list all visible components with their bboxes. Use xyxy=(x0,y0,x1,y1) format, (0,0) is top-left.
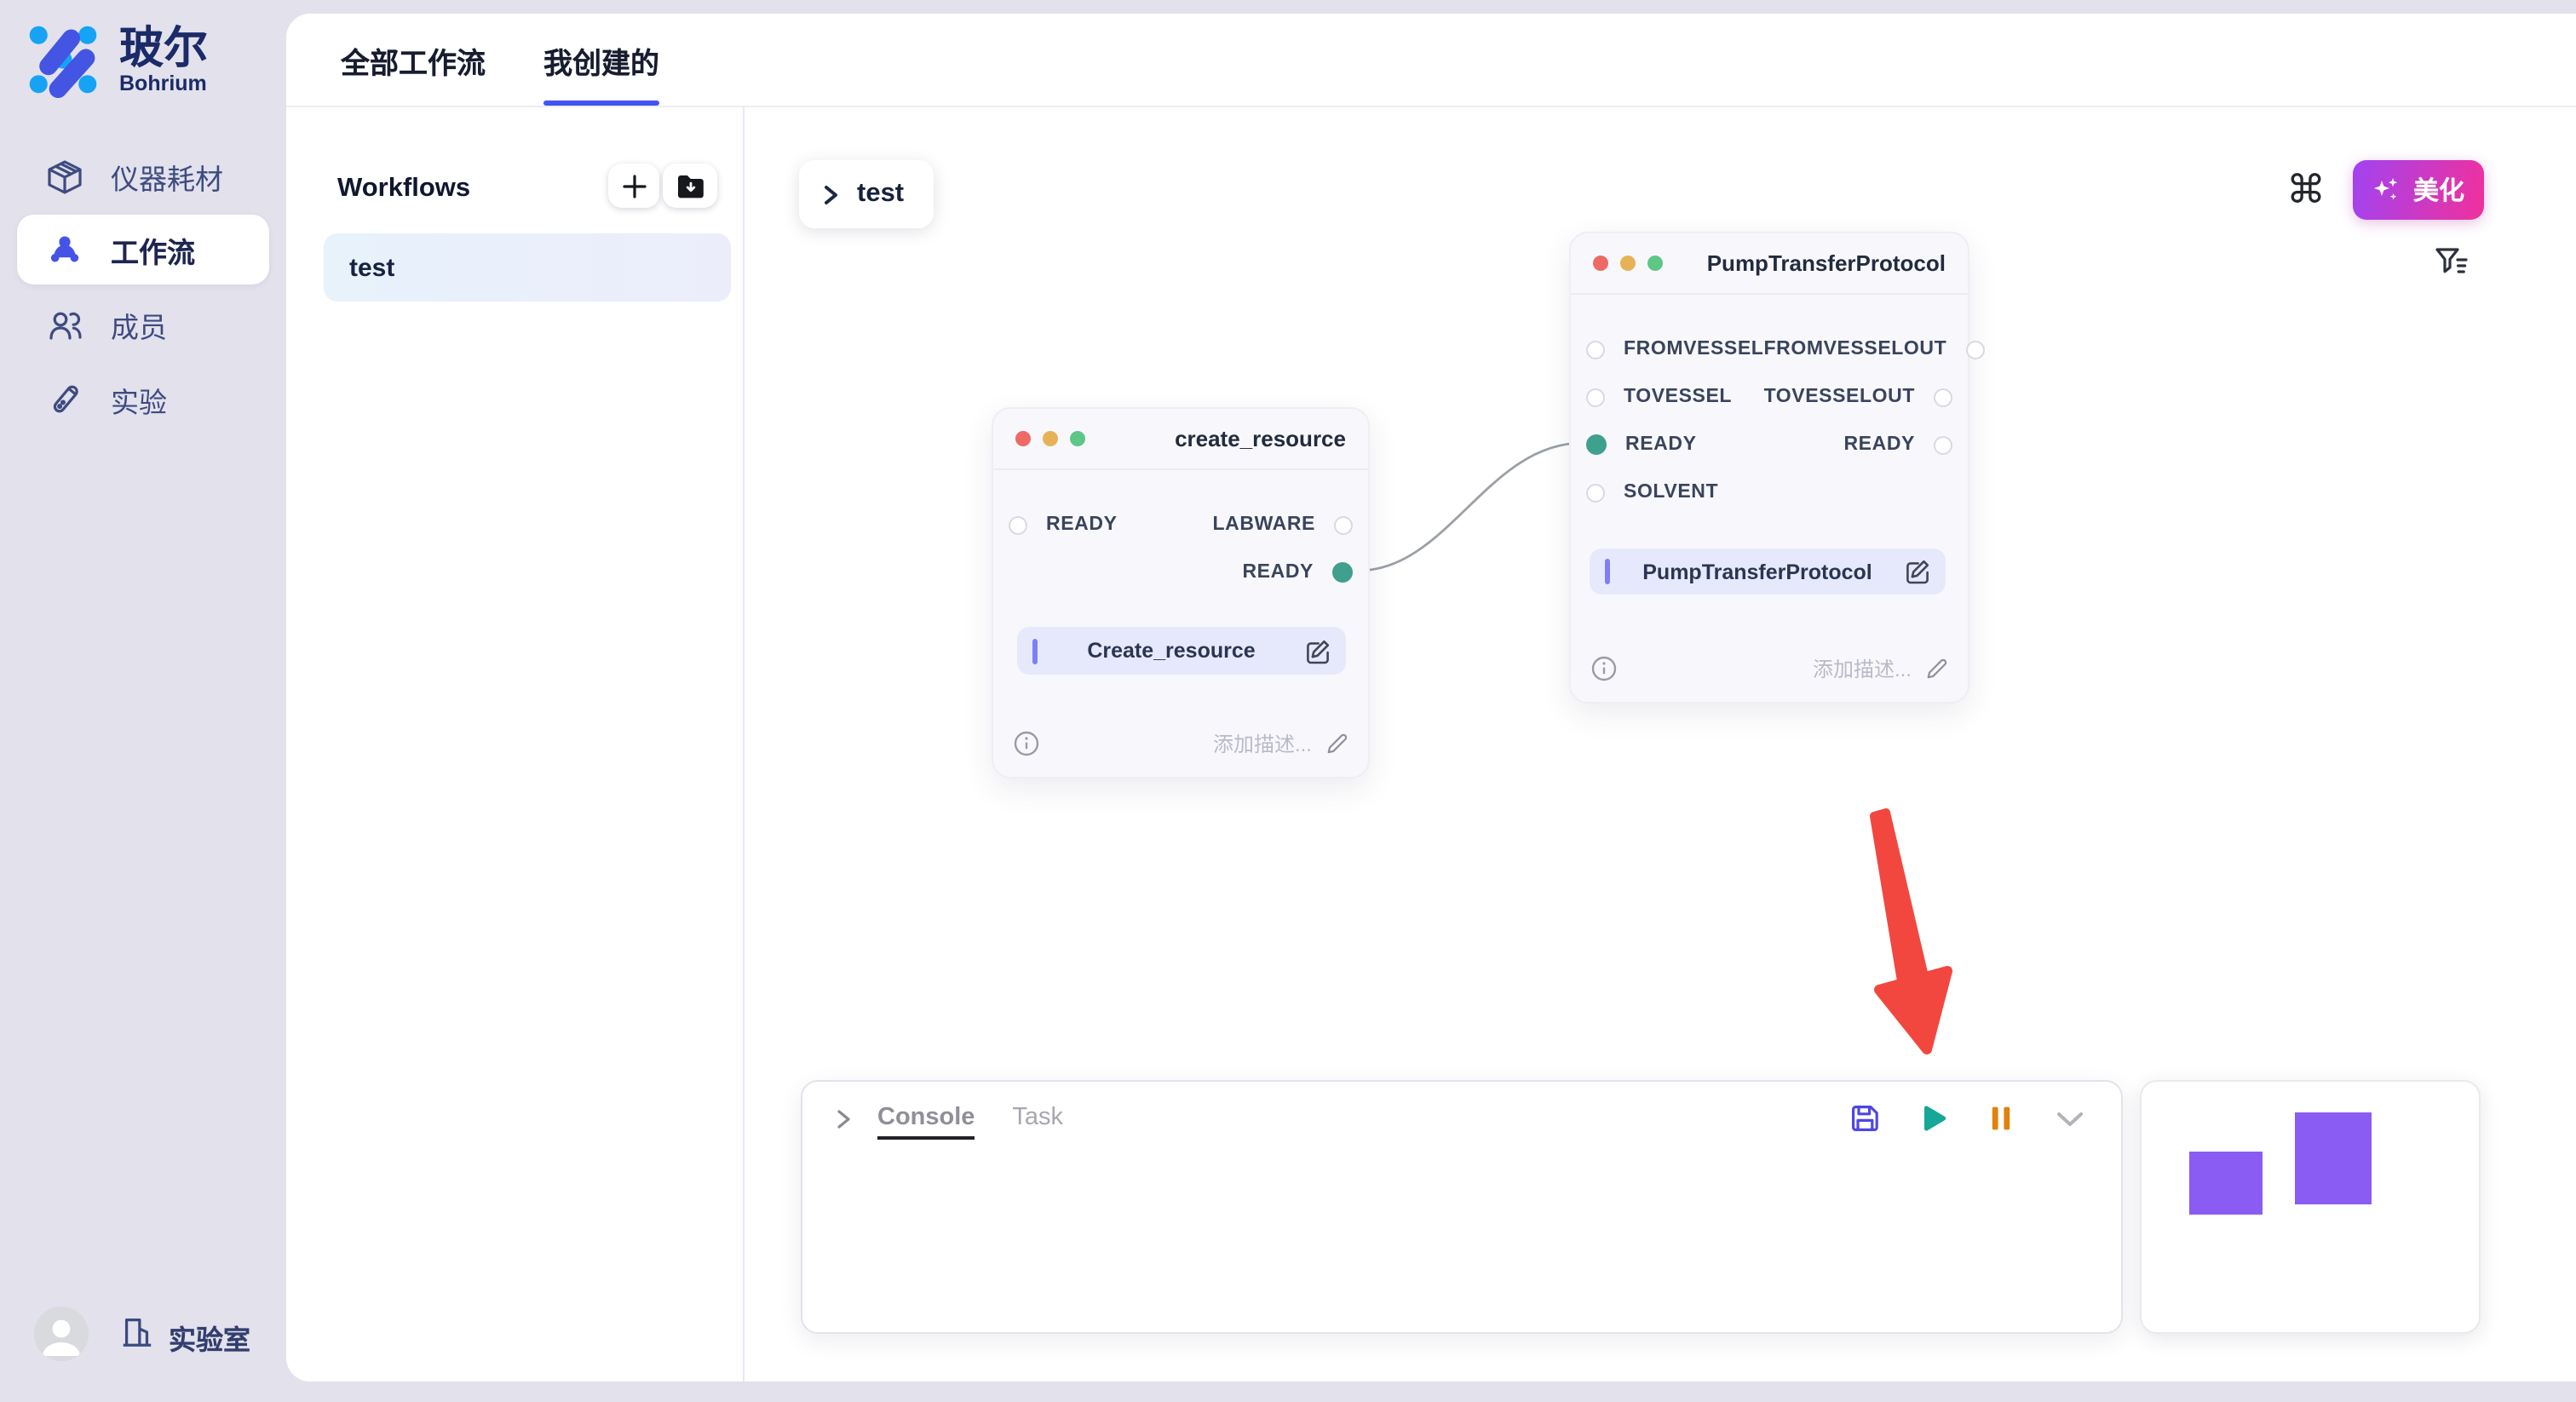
port-row: TOVESSEL TOVESSELOUT xyxy=(1571,376,1968,417)
output-port-tovesselout[interactable] xyxy=(1934,388,1952,406)
building-icon xyxy=(119,1313,155,1349)
sparkles-icon xyxy=(2372,175,2401,204)
bohrium-logo-icon xyxy=(24,20,102,99)
node-action-button[interactable]: Create_resource xyxy=(1017,627,1346,675)
breadcrumb-label: test xyxy=(857,179,904,210)
task-tab[interactable]: Task xyxy=(1012,1104,1063,1140)
node-footer: 添加描述... xyxy=(1014,727,1348,758)
node-title: PumpTransferProtocol xyxy=(1707,250,1946,276)
info-icon[interactable] xyxy=(1591,655,1617,681)
save-icon[interactable] xyxy=(1849,1102,1881,1135)
console-tab-underline xyxy=(877,1136,975,1140)
avatar[interactable] xyxy=(34,1307,89,1361)
members-icon xyxy=(46,306,83,343)
edit-icon[interactable] xyxy=(1905,559,1930,584)
output-port-labware[interactable] xyxy=(1334,515,1353,534)
experiment-icon xyxy=(46,381,83,418)
input-port-fromvessel[interactable] xyxy=(1586,340,1605,359)
breadcrumb[interactable]: test xyxy=(799,160,934,228)
traffic-dots-icon xyxy=(1015,431,1085,446)
port-row: FROMVESSEL FROMVESSELOUT xyxy=(1571,329,1968,370)
box-icon xyxy=(46,158,83,195)
console-panel: Console Task xyxy=(801,1080,2123,1334)
filter-icon[interactable] xyxy=(2433,245,2470,283)
input-port-ready[interactable] xyxy=(1009,515,1027,534)
sidebar-footer: 实验室 xyxy=(0,1303,286,1365)
input-port-tovessel[interactable] xyxy=(1586,388,1605,406)
expand-chevron-icon[interactable] xyxy=(833,1106,854,1130)
panel-title: Workflows xyxy=(337,174,470,204)
output-port-ready[interactable] xyxy=(1332,562,1353,583)
sidebar-item-workflow[interactable]: 工作流 xyxy=(17,215,269,284)
tab-all-workflows[interactable]: 全部工作流 xyxy=(341,39,486,106)
lab-switcher[interactable]: 实验室 xyxy=(169,1317,250,1358)
node-action-button[interactable]: PumpTransferProtocol xyxy=(1590,549,1946,595)
sidebar-item-instruments[interactable]: 仪器耗材 xyxy=(17,141,269,211)
pencil-icon[interactable] xyxy=(1325,732,1348,754)
collapse-chevron-down-icon[interactable] xyxy=(2053,1102,2087,1135)
info-icon[interactable] xyxy=(1014,730,1039,756)
flow-canvas[interactable]: test ⌘ 美化 xyxy=(745,107,2576,1382)
workflow-tabs: 全部工作流 我创建的 xyxy=(286,14,2576,107)
minimap-node-pump-transfer xyxy=(2295,1112,2372,1204)
sidebar: 玻尔 Bohrium 仪器耗材 xyxy=(0,0,286,1402)
sidebar-item-label: 工作流 xyxy=(111,229,195,270)
node-create-resource[interactable]: create_resource READY LABWARE READY xyxy=(992,407,1370,779)
node-header: create_resource xyxy=(993,409,1368,470)
node-pump-transfer-protocol[interactable]: PumpTransferProtocol FROMVESSEL FROMVESS… xyxy=(1569,232,1969,704)
input-port-ready[interactable] xyxy=(1586,434,1607,455)
output-port-fromvesselout[interactable] xyxy=(1965,340,1984,359)
port-row: READY READY xyxy=(1571,424,1968,465)
edit-icon[interactable] xyxy=(1305,638,1331,664)
pause-icon[interactable] xyxy=(1987,1102,2015,1135)
red-annotation-arrow xyxy=(1840,801,1968,1073)
input-port-solvent[interactable] xyxy=(1586,483,1605,502)
sidebar-item-label: 仪器耗材 xyxy=(111,156,223,197)
node-title: create_resource xyxy=(1175,426,1346,451)
tab-created-by-me[interactable]: 我创建的 xyxy=(543,39,659,106)
main-panel: 全部工作流 我创建的 Workflows xyxy=(286,14,2576,1382)
brand-logo: 玻尔 Bohrium xyxy=(24,20,208,99)
import-folder-button[interactable] xyxy=(663,164,717,208)
sidebar-item-experiments[interactable]: 实验 xyxy=(17,365,269,434)
command-icon[interactable]: ⌘ xyxy=(2286,160,2326,218)
node-header: PumpTransferProtocol xyxy=(1571,233,1968,295)
sidebar-item-label: 成员 xyxy=(111,304,167,345)
workflow-list-panel: Workflows test xyxy=(286,107,745,1382)
plus-icon xyxy=(621,173,647,198)
minimap[interactable] xyxy=(2140,1080,2481,1334)
description-placeholder[interactable]: 添加描述... xyxy=(1813,653,1912,682)
add-workflow-button[interactable] xyxy=(608,164,659,208)
beautify-label: 美化 xyxy=(2413,172,2464,208)
chevron-right-icon xyxy=(821,183,840,205)
sidebar-item-label: 实验 xyxy=(111,379,167,420)
node-footer: 添加描述... xyxy=(1591,652,1947,683)
brand-name-en: Bohrium xyxy=(119,72,208,95)
port-row: READY LABWARE xyxy=(993,504,1368,545)
description-placeholder[interactable]: 添加描述... xyxy=(1213,728,1312,757)
sidebar-item-members[interactable]: 成员 xyxy=(17,290,269,359)
port-row: READY xyxy=(993,552,1368,593)
beautify-button[interactable]: 美化 xyxy=(2353,160,2484,220)
pencil-icon[interactable] xyxy=(1925,657,1947,679)
minimap-node-create-resource xyxy=(2189,1152,2263,1215)
folder-download-icon xyxy=(676,173,704,198)
console-tab[interactable]: Console xyxy=(877,1104,975,1140)
workflow-icon xyxy=(46,231,83,268)
output-port-ready[interactable] xyxy=(1934,435,1952,454)
port-row: SOLVENT xyxy=(1571,472,1968,513)
traffic-dots-icon xyxy=(1593,256,1663,271)
active-tab-underline xyxy=(543,100,659,106)
brand-name-cn: 玻尔 xyxy=(119,24,208,72)
workflow-list-item-test[interactable]: test xyxy=(324,233,731,302)
run-icon[interactable] xyxy=(1918,1102,1949,1135)
app-window: 玻尔 Bohrium 仪器耗材 xyxy=(0,0,2576,1402)
